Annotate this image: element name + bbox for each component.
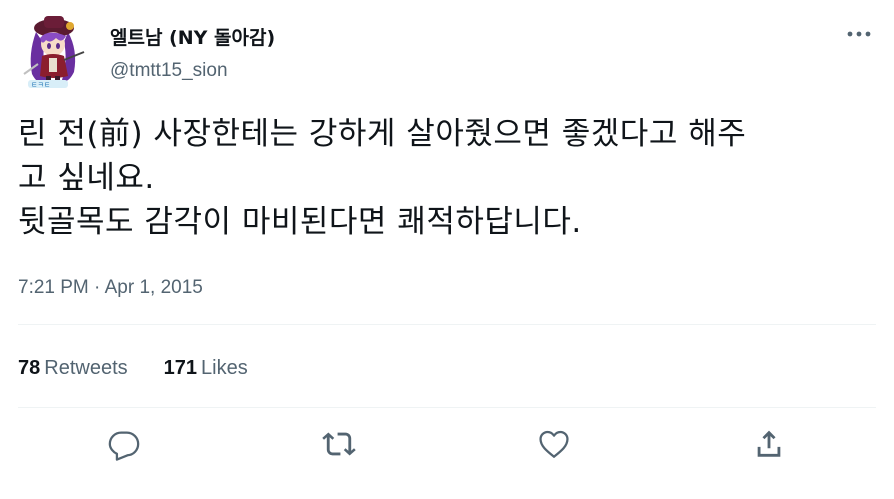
tweet-card: ㅌㅋㅌ 엘트남 (NY 돌아감) @tmtt15_sion 린 전(前) 사장한… [0, 0, 894, 499]
tweet-header: ㅌㅋㅌ 엘트남 (NY 돌아감) @tmtt15_sion [18, 14, 878, 89]
retweets-count: 78 [18, 357, 41, 379]
like-button[interactable] [532, 422, 576, 466]
likes-stat[interactable]: 171 Likes [164, 356, 248, 380]
tweet-text-line: 린 전(前) 사장한테는 강하게 살아줬으면 좋겠다고 해주 [18, 116, 747, 152]
share-icon [757, 430, 781, 457]
tweet-text: 린 전(前) 사장한테는 강하게 살아줬으면 좋겠다고 해주 고 싶네요. 뒷골… [18, 112, 878, 244]
display-name[interactable]: 엘트남 (NY 돌아감) [110, 26, 275, 50]
likes-label: Likes [201, 357, 248, 379]
reply-button[interactable] [102, 422, 146, 466]
tweet-timestamp[interactable]: 7:21 PM · Apr 1, 2015 [18, 276, 203, 300]
user-names: 엘트남 (NY 돌아감) @tmtt15_sion [110, 26, 275, 82]
tweet-text-line: 뒷골목도 감각이 마비된다면 쾌적하답니다. [18, 204, 582, 240]
more-options-button[interactable] [844, 24, 874, 44]
avatar-image: ㅌㅋㅌ [23, 16, 85, 89]
svg-text:ㅌㅋㅌ: ㅌㅋㅌ [31, 81, 50, 89]
like-icon [539, 430, 569, 458]
divider [18, 407, 876, 408]
divider [18, 324, 876, 325]
retweets-stat[interactable]: 78 Retweets [18, 356, 128, 380]
retweets-label: Retweets [44, 357, 128, 379]
reply-icon [108, 431, 140, 461]
retweet-icon [322, 432, 356, 456]
user-handle[interactable]: @tmtt15_sion [110, 60, 275, 82]
more-icon [847, 31, 871, 37]
likes-count: 171 [163, 357, 197, 379]
tweet-stats: 78 Retweets 171 Likes [18, 356, 248, 380]
avatar[interactable]: ㅌㅋㅌ [18, 14, 92, 92]
tweet-text-line: 고 싶네요. [18, 160, 155, 196]
share-button[interactable] [747, 422, 791, 466]
retweet-button[interactable] [317, 422, 361, 466]
tweet-actions [18, 422, 876, 470]
